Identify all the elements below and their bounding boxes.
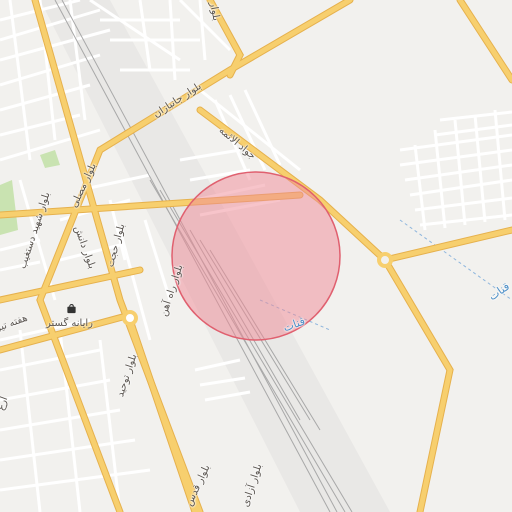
shopping-bag-icon (67, 304, 76, 314)
map-canvas[interactable]: بلوار جانبازان جواد الائمه بلوار مصلی بل… (0, 0, 512, 512)
highlight-circle (171, 171, 341, 341)
roundabout (122, 310, 138, 326)
poi-marker[interactable]: رایانه گستر (46, 303, 93, 329)
map-base-layer (0, 0, 512, 512)
poi-label: رایانه گستر (46, 318, 93, 329)
roundabout (377, 252, 393, 268)
